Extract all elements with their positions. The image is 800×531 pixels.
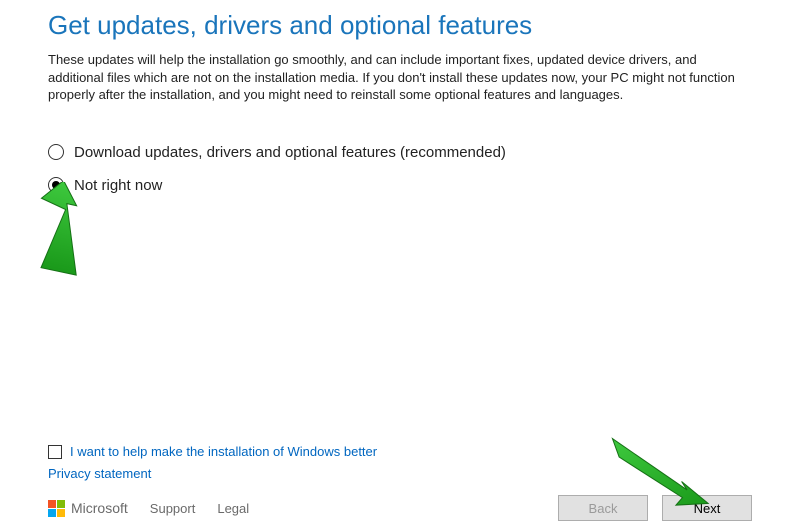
radio-not-now-label: Not right now xyxy=(74,177,162,194)
footer-buttons: Back Next xyxy=(558,495,752,521)
back-button: Back xyxy=(558,495,648,521)
support-link[interactable]: Support xyxy=(150,501,196,516)
page-description: These updates will help the installation… xyxy=(48,51,748,104)
legal-link[interactable]: Legal xyxy=(217,501,249,516)
footer-left: Microsoft Support Legal xyxy=(48,500,249,517)
next-button[interactable]: Next xyxy=(662,495,752,521)
radio-download-updates[interactable]: Download updates, drivers and optional f… xyxy=(48,144,752,161)
radio-not-right-now[interactable]: Not right now xyxy=(48,177,752,194)
radio-circle-selected-icon xyxy=(48,177,64,193)
microsoft-logo-icon xyxy=(48,500,65,517)
help-checkbox-label: I want to help make the installation of … xyxy=(70,444,377,459)
help-checkbox-row[interactable]: I want to help make the installation of … xyxy=(48,444,752,459)
options-group: Download updates, drivers and optional f… xyxy=(48,144,752,194)
microsoft-brand-text: Microsoft xyxy=(71,500,128,516)
microsoft-logo: Microsoft xyxy=(48,500,128,517)
footer: Microsoft Support Legal Back Next xyxy=(48,495,752,521)
checkbox-icon xyxy=(48,445,62,459)
page-title: Get updates, drivers and optional featur… xyxy=(48,10,752,41)
radio-circle-icon xyxy=(48,144,64,160)
privacy-statement-link[interactable]: Privacy statement xyxy=(48,466,151,481)
radio-download-label: Download updates, drivers and optional f… xyxy=(74,144,506,161)
